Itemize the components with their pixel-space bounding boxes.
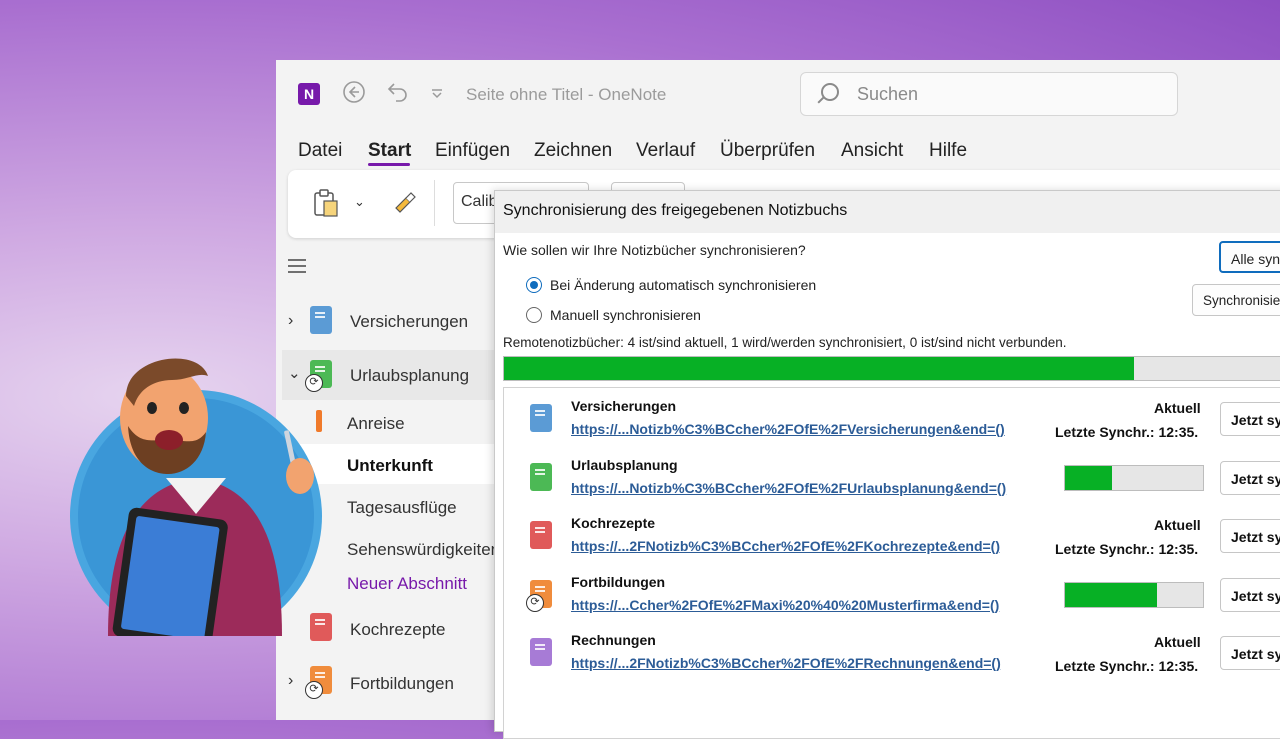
undo-icon[interactable] [386,80,410,110]
radio-auto-sync[interactable] [526,277,542,293]
sync-now-button[interactable]: Jetzt synchronisieren [1220,519,1280,553]
notebook-status: Aktuell [1154,400,1201,416]
notebook-icon [530,404,552,432]
expand-chevron-icon[interactable]: › [288,312,293,330]
notebook-icon [530,638,552,666]
notebook-sync-list: Versicherungen https://...Notizb%C3%BCche… [503,387,1280,739]
notebook-icon [530,521,552,549]
font-name-value: Calib [461,193,498,210]
notebook-progress-bar [1064,581,1204,608]
sync-icon: ⟳ [305,681,323,699]
sidebar-notebook-urlaubsplanung[interactable]: Urlaubsplanung [350,366,469,386]
tab-einfuegen[interactable]: Einfügen [435,140,510,162]
notebook-progress-bar [1064,464,1204,491]
notebook-name: Versicherungen [571,398,677,414]
notebook-status: Aktuell [1154,634,1201,650]
tab-hilfe[interactable]: Hilfe [929,140,967,162]
sync-icon: ⟳ [526,593,544,612]
notebook-url-link[interactable]: https://...2FNotizb%C3%BCcher%2FOfE%2FRe… [571,655,1001,671]
notebook-name: Fortbildungen [571,573,666,590]
notebook-icon [530,462,552,491]
ribbon-divider [434,180,435,226]
notebook-url-link[interactable]: https://...2FNotizb%C3%BCcher%2FOfE%2FKo… [571,538,1000,554]
search-input[interactable]: Suchen [800,72,1178,116]
sync-dialog: Synchronisierung des freigegebenen Notiz… [494,190,1280,739]
section-unterkunft[interactable]: Unterkunft [347,456,433,476]
notebook-url-link[interactable]: https://...Notizb%C3%BCcher%2FOfE%2FUrla… [571,480,1006,496]
paste-icon[interactable] [312,188,340,223]
illustration-character [68,358,326,672]
notebook-name: Rechnungen [571,632,656,648]
format-painter-icon[interactable] [390,188,418,221]
notebook-sync-row: Rechnungen https://...2FNotizb%C3%BCcher%… [504,630,1280,686]
notebook-status: Aktuell [1154,517,1201,533]
notebook-progress-fill [1065,582,1158,607]
notebook-url-link[interactable]: https://...Notizb%C3%BCcher%2FOfE%2FVers… [571,421,1005,437]
sync-now-button[interactable]: Jetzt synchronisieren [1220,402,1280,436]
window-title: Seite ohne Titel - OneNote [466,85,667,104]
notebook-sync-row: Versicherungen https://...Notizb%C3%BCche… [504,396,1280,452]
sync-button[interactable]: Synchronisieren [1192,284,1280,316]
dialog-title: Synchronisierung des freigegebenen Notiz… [503,202,848,219]
sync-now-button[interactable]: Jetzt synchronisieren [1220,577,1280,612]
sidebar-notebook-fortbildungen[interactable]: Fortbildungen [350,674,454,694]
section-tagesausfluege[interactable]: Tagesausflüge [347,498,457,518]
notebook-sync-row: Urlaubsplanung https://...Notizb%C3%BCche… [504,455,1280,511]
notebook-last-sync: Letzte Synchr.: 12:35. [1055,658,1199,674]
radio-auto-sync-label: Bei Änderung automatisch synchronisieren [550,277,817,293]
section-sehenswuerdigkeiten[interactable]: Sehenswürdigkeiten [347,540,500,560]
notebook-sync-row: Kochrezepte https://...2FNotizb%C3%BCcher… [504,513,1280,569]
overall-progress-bar [503,356,1280,381]
onenote-app-icon: N [298,83,320,105]
notebook-sync-row: Fortbildungen https://...Ccher%2FOfE%2FMa… [504,572,1280,628]
tab-start[interactable]: Start [368,140,411,162]
expand-chevron-icon[interactable]: › [288,672,293,690]
tab-verlauf[interactable]: Verlauf [636,140,695,162]
sync-now-button[interactable]: Jetzt synchronisieren [1220,636,1280,670]
notebook-icon-versicherungen [310,306,332,334]
quick-access-dropdown-icon[interactable] [430,84,444,107]
back-icon[interactable] [342,80,366,110]
notebook-name: Urlaubsplanung [571,456,678,473]
notebook-name: Kochrezepte [571,515,656,531]
notebook-progress-fill [1065,465,1112,490]
hamburger-menu-icon[interactable] [288,259,306,278]
paste-options-chevron-icon[interactable]: ⌄ [354,194,365,210]
tab-ueberpruefen[interactable]: Überprüfen [720,140,815,162]
radio-manual-sync[interactable] [526,307,542,323]
overall-progress-fill [504,357,1135,380]
tab-datei[interactable]: Datei [298,140,342,162]
sidebar-notebook-kochrezepte[interactable]: Kochrezepte [350,620,445,640]
sync-question: Wie sollen wir Ihre Notizbücher synchron… [503,242,806,258]
sync-all-button[interactable]: Alle synchronisieren [1219,241,1280,273]
tab-ansicht[interactable]: Ansicht [841,140,903,162]
notebook-last-sync: Letzte Synchr.: 12:35. [1055,424,1199,440]
new-section-link[interactable]: Neuer Abschnitt [347,574,467,594]
tab-zeichnen[interactable]: Zeichnen [534,140,612,162]
sidebar-notebook-versicherungen[interactable]: Versicherungen [350,312,468,332]
section-anreise[interactable]: Anreise [347,414,405,434]
active-tab-indicator [368,163,410,166]
notebook-last-sync: Letzte Synchr.: 12:35. [1055,541,1199,557]
search-icon [821,83,839,101]
radio-manual-sync-label: Manuell synchronisieren [550,307,701,323]
notebook-url-link[interactable]: https://...Ccher%2FOfE%2FMaxi%20%40%20Mu… [571,597,999,613]
sync-now-button[interactable]: Jetzt synchronisieren [1220,460,1280,495]
sync-summary: Remotenotizbücher: 4 ist/sind aktuell, 1… [503,335,1067,350]
search-placeholder: Suchen [857,84,919,104]
